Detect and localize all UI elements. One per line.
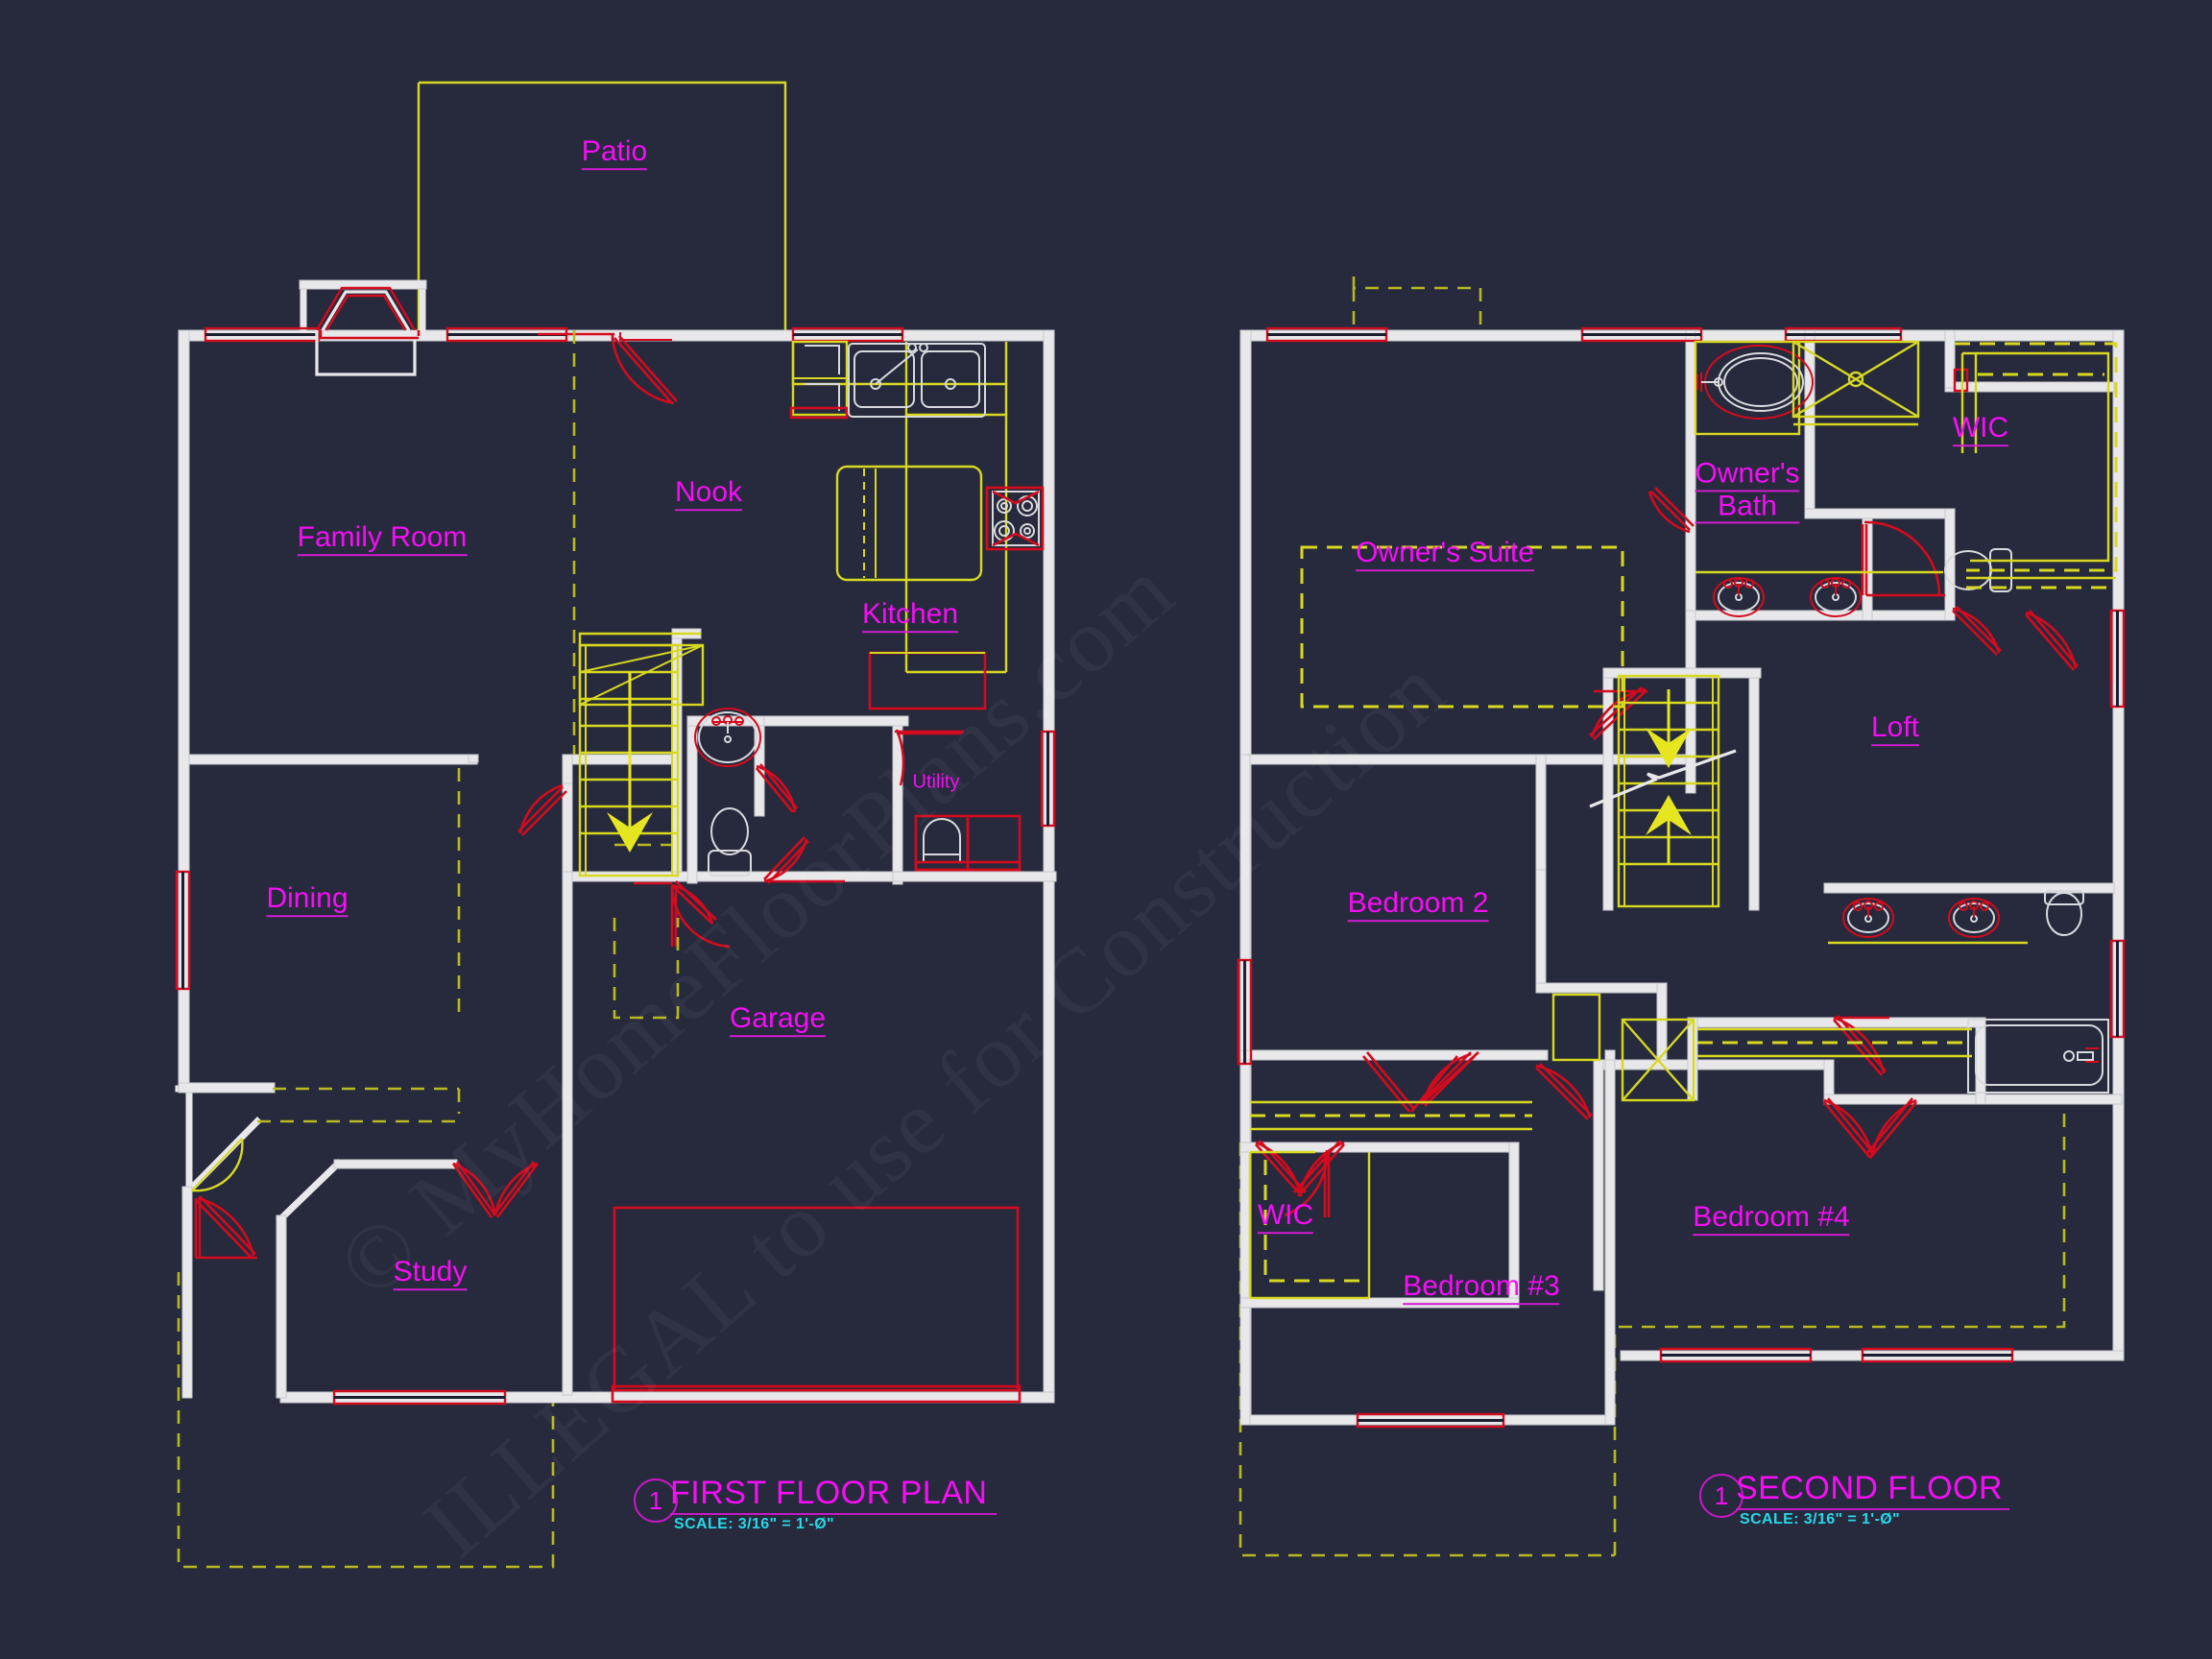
room-label-bedroom-2: Bedroom 2 [1347, 889, 1489, 922]
door [2025, 610, 2079, 671]
room-label-patio: Patio [581, 137, 648, 170]
second-floor-exterior-walls [1239, 329, 2125, 1426]
room-label-bedroom-4: Bedroom #4 [1693, 1203, 1850, 1236]
room-label-text: Patio [581, 137, 648, 170]
first-floor-interior-walls [188, 628, 1057, 1396]
kitchen-sink [848, 343, 986, 418]
room-label-text: Nook [674, 478, 743, 511]
door [451, 1161, 540, 1218]
room-label-text: Owner's Suite [1356, 539, 1534, 571]
room-label-wic-lower: WIC [1257, 1201, 1314, 1234]
room-label-text: Dining [266, 884, 349, 917]
second-floor-interior-walls [1239, 329, 2123, 1426]
room-label-text: Owner's [1695, 459, 1800, 492]
room-label-family-room: Family Room [297, 523, 468, 556]
sink [1810, 577, 1862, 617]
first-floor-plan [175, 81, 1057, 1569]
room-label-text: WIC [1952, 414, 2009, 446]
vanity-sink [694, 708, 761, 767]
utility-fixtures [914, 814, 1022, 872]
tub [1694, 340, 1814, 436]
room-label-bedroom-3: Bedroom #3 [1403, 1272, 1560, 1305]
room-label-text: Bedroom 2 [1347, 889, 1489, 922]
door [194, 1195, 257, 1260]
room-label-text: WIC [1257, 1201, 1314, 1234]
patio-outline [417, 81, 787, 334]
sink [1948, 898, 2000, 938]
room-label-text: Loft [1870, 713, 1920, 746]
first-floor-site-line [177, 1272, 555, 1569]
room-label-owners-suite: Owner's Suite [1356, 539, 1534, 571]
second-floor-windows [1237, 326, 2126, 1429]
room-label-text: Bedroom #4 [1693, 1203, 1850, 1236]
room-label-utility: Utility [913, 772, 960, 792]
door [1535, 1063, 1593, 1120]
wic-upper-shelving [1955, 342, 2118, 589]
plan-scale-text: SCALE: 3/16" = 1'-Ø" [1740, 1511, 1901, 1527]
second-floor-doors [1255, 487, 2113, 1217]
room-label-loft: Loft [1870, 713, 1920, 746]
door [1822, 1097, 1918, 1159]
room-label-text: Study [393, 1258, 468, 1290]
cooktop [985, 486, 1045, 551]
sink [1842, 898, 1894, 938]
title-underline [670, 1513, 997, 1515]
room-label-garage: Garage [729, 1004, 827, 1037]
sink [1713, 577, 1765, 617]
plan-linework: .w { stroke:#e8e8ea; stroke-width:7; fil… [175, 81, 2126, 1569]
room-label-text: Family Room [297, 523, 468, 556]
title-underline [1736, 1508, 2009, 1510]
room-label-dining: Dining [266, 884, 349, 917]
kitchen-fixtures [789, 340, 1045, 710]
door [517, 783, 567, 836]
floor-plan-sheet: .w { stroke:#e8e8ea; stroke-width:7; fil… [0, 0, 2212, 1659]
room-label-study: Study [393, 1258, 468, 1290]
room-label-owners-bath: Owner's Bath [1695, 459, 1800, 524]
door [1952, 606, 2002, 656]
door [538, 332, 678, 405]
room-label-wic-upper: WIC [1952, 414, 2009, 446]
door [1861, 520, 1945, 597]
plan-scale-text: SCALE: 3/16" = 1'-Ø" [674, 1516, 835, 1532]
plan-title: SECOND FLOOR [1736, 1470, 2004, 1506]
tub [1967, 1019, 2109, 1094]
room-label-text: Utility [912, 771, 960, 793]
room-label-kitchen: Kitchen [861, 600, 959, 633]
room-label-text: Bedroom #3 [1403, 1272, 1560, 1305]
toilet [708, 807, 752, 877]
kitchen-island [835, 465, 983, 582]
room-label-nook: Nook [674, 478, 743, 511]
room-label-text: Bath [1695, 491, 1800, 524]
powder-room-fixtures [694, 708, 761, 877]
garage-door [611, 1206, 1022, 1404]
room-label-text: Kitchen [861, 600, 959, 633]
toilet [2044, 890, 2084, 936]
plan-title: FIRST FLOOR PLAN [670, 1475, 988, 1511]
room-label-text: Garage [729, 1004, 827, 1037]
